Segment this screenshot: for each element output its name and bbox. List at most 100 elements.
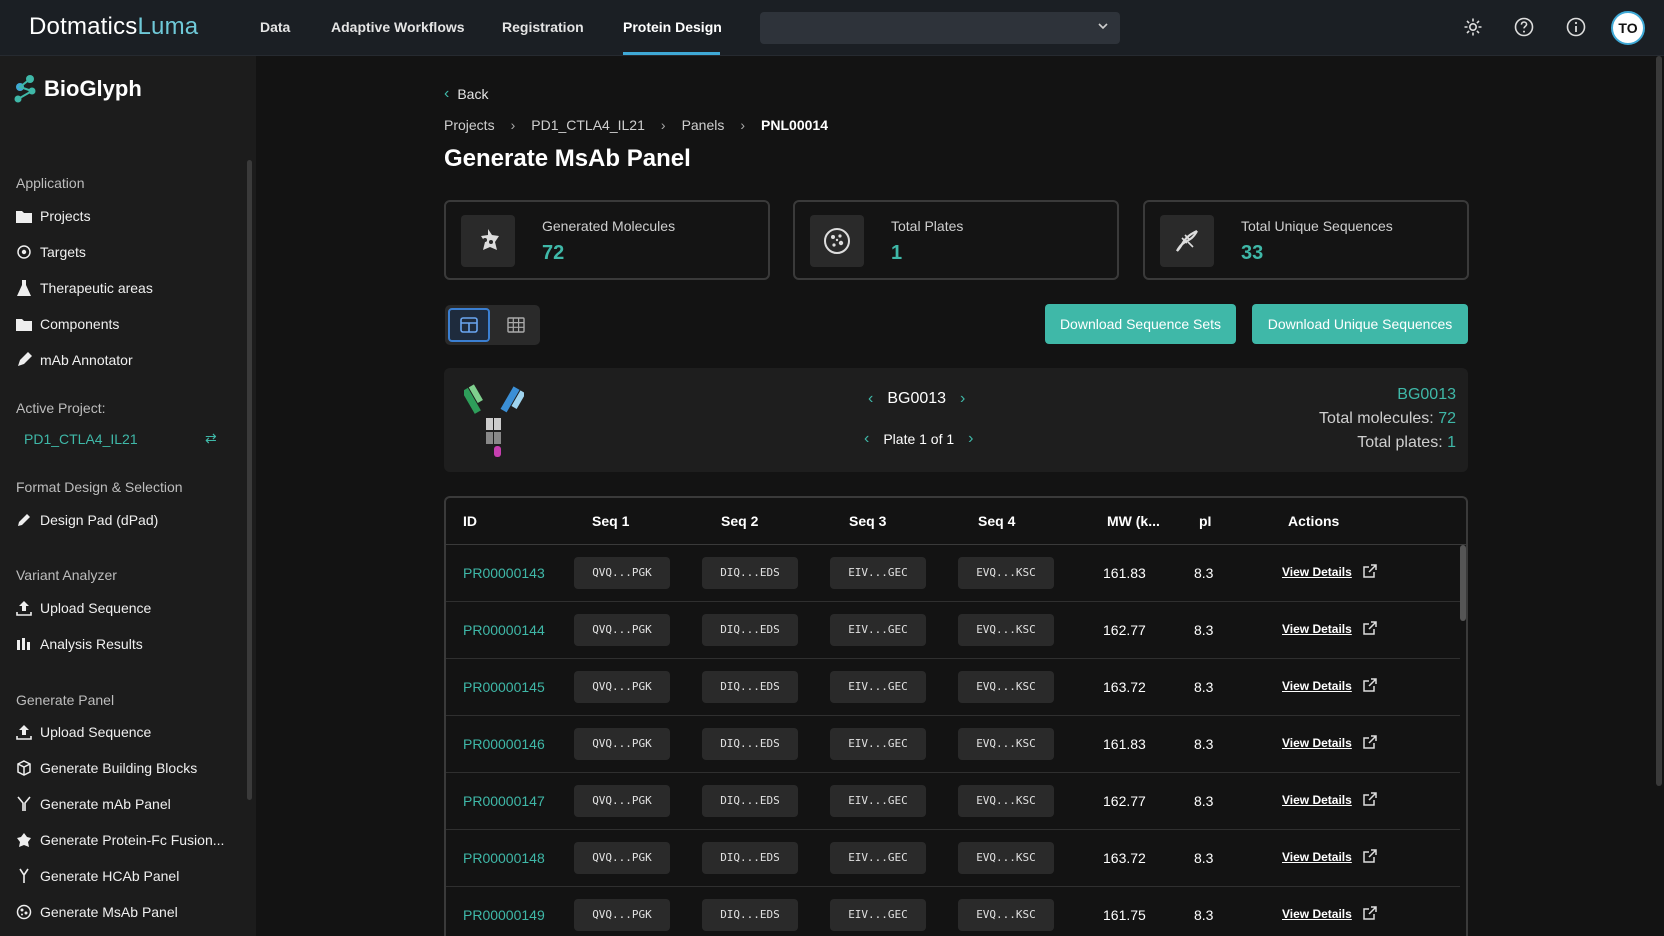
view-details-link[interactable]: View Details xyxy=(1282,679,1352,693)
chevron-right-icon[interactable]: › xyxy=(960,390,965,408)
column-header-pi[interactable]: pI xyxy=(1199,513,1211,529)
column-header-seq3[interactable]: Seq 3 xyxy=(849,513,886,529)
global-select[interactable] xyxy=(760,12,1120,44)
seq1-chip[interactable]: QVQ...PGK xyxy=(574,614,670,646)
nav-adaptive-workflows[interactable]: Adaptive Workflows xyxy=(331,19,465,35)
help-icon[interactable] xyxy=(1513,16,1535,38)
molecule-id-link[interactable]: PR00000148 xyxy=(463,850,545,866)
sidebar-item-generate-hcab-panel[interactable]: Generate HCAb Panel xyxy=(16,866,179,886)
gear-icon[interactable] xyxy=(1462,16,1484,38)
seq4-chip[interactable]: EVQ...KSC xyxy=(958,899,1054,931)
nav-protein-design[interactable]: Protein Design xyxy=(623,19,722,35)
sidebar-item-generate-building-blocks[interactable]: Generate Building Blocks xyxy=(16,758,197,778)
download-unique-sequences-button[interactable]: Download Unique Sequences xyxy=(1252,304,1468,344)
column-header-id[interactable]: ID xyxy=(463,513,477,529)
seq1-chip[interactable]: QVQ...PGK xyxy=(574,557,670,589)
seq1-chip[interactable]: QVQ...PGK xyxy=(574,671,670,703)
seq3-chip[interactable]: EIV...GEC xyxy=(830,557,926,589)
sidebar-item-components[interactable]: Components xyxy=(16,314,119,334)
seq2-chip[interactable]: DIQ...EDS xyxy=(702,785,798,817)
view-details-link[interactable]: View Details xyxy=(1282,793,1352,807)
nav-registration[interactable]: Registration xyxy=(502,19,584,35)
seq4-chip[interactable]: EVQ...KSC xyxy=(958,728,1054,760)
seq2-chip[interactable]: DIQ...EDS xyxy=(702,899,798,931)
user-avatar[interactable]: TO xyxy=(1611,11,1645,45)
column-header-mw[interactable]: MW (k... xyxy=(1107,513,1160,529)
table-scrollbar[interactable] xyxy=(1460,545,1466,621)
seq2-chip[interactable]: DIQ...EDS xyxy=(702,614,798,646)
view-details-link[interactable]: View Details xyxy=(1282,907,1352,921)
seq1-chip[interactable]: QVQ...PGK xyxy=(574,899,670,931)
seq4-chip[interactable]: EVQ...KSC xyxy=(958,785,1054,817)
column-header-seq1[interactable]: Seq 1 xyxy=(592,513,629,529)
seq1-chip[interactable]: QVQ...PGK xyxy=(574,728,670,760)
sidebar-scrollbar[interactable] xyxy=(247,160,252,800)
molecule-id-link[interactable]: PR00000149 xyxy=(463,907,545,923)
swap-project-icon[interactable]: ⇄ xyxy=(205,430,217,447)
summary-panel-id[interactable]: BG0013 xyxy=(1397,386,1456,403)
seq4-chip[interactable]: EVQ...KSC xyxy=(958,842,1054,874)
plate-view-button[interactable] xyxy=(495,308,537,342)
view-details-link[interactable]: View Details xyxy=(1282,565,1352,579)
sidebar-item-generate-mab-panel[interactable]: Generate mAb Panel xyxy=(16,794,171,814)
seq4-chip[interactable]: EVQ...KSC xyxy=(958,557,1054,589)
sidebar-item-analysis-results[interactable]: Analysis Results xyxy=(16,634,143,654)
download-sequence-sets-button[interactable]: Download Sequence Sets xyxy=(1045,304,1236,344)
view-details-link[interactable]: View Details xyxy=(1282,622,1352,636)
seq2-chip[interactable]: DIQ...EDS xyxy=(702,557,798,589)
sidebar-item-targets[interactable]: Targets xyxy=(16,242,86,262)
chevron-left-icon[interactable]: ‹ xyxy=(868,390,873,408)
info-icon[interactable] xyxy=(1565,16,1587,38)
column-header-seq4[interactable]: Seq 4 xyxy=(978,513,1015,529)
seq4-chip[interactable]: EVQ...KSC xyxy=(958,671,1054,703)
external-link-icon[interactable] xyxy=(1363,792,1377,806)
sidebar-item-upload-sequence-variant[interactable]: Upload Sequence xyxy=(16,598,151,618)
sidebar-item-projects[interactable]: Projects xyxy=(16,206,91,226)
seq3-chip[interactable]: EIV...GEC xyxy=(830,671,926,703)
view-details-link[interactable]: View Details xyxy=(1282,850,1352,864)
chevron-left-icon[interactable]: ‹ xyxy=(864,430,869,448)
seq3-chip[interactable]: EIV...GEC xyxy=(830,899,926,931)
seq2-chip[interactable]: DIQ...EDS xyxy=(702,728,798,760)
molecule-id-link[interactable]: PR00000145 xyxy=(463,679,545,695)
seq4-chip[interactable]: EVQ...KSC xyxy=(958,614,1054,646)
seq3-chip[interactable]: EIV...GEC xyxy=(830,728,926,760)
external-link-icon[interactable] xyxy=(1363,621,1377,635)
seq1-chip[interactable]: QVQ...PGK xyxy=(574,842,670,874)
seq2-chip[interactable]: DIQ...EDS xyxy=(702,842,798,874)
seq1-chip[interactable]: QVQ...PGK xyxy=(574,785,670,817)
chevron-right-icon[interactable]: › xyxy=(968,430,973,448)
molecule-id-link[interactable]: PR00000143 xyxy=(463,565,545,581)
sidebar-item-generate-msab-panel[interactable]: Generate MsAb Panel xyxy=(16,902,178,922)
external-link-icon[interactable] xyxy=(1363,906,1377,920)
nav-data[interactable]: Data xyxy=(260,19,290,35)
sidebar-item-mab-annotator[interactable]: mAb Annotator xyxy=(16,350,133,370)
external-link-icon[interactable] xyxy=(1363,678,1377,692)
seq2-chip[interactable]: DIQ...EDS xyxy=(702,671,798,703)
sidebar-item-design-pad[interactable]: Design Pad (dPad) xyxy=(16,510,158,530)
seq3-chip[interactable]: EIV...GEC xyxy=(830,785,926,817)
seq3-chip[interactable]: EIV...GEC xyxy=(830,842,926,874)
active-project-name[interactable]: PD1_CTLA4_IL21 xyxy=(24,431,138,447)
page-scrollbar[interactable] xyxy=(1656,56,1662,786)
external-link-icon[interactable] xyxy=(1363,735,1377,749)
seq3-chip[interactable]: EIV...GEC xyxy=(830,614,926,646)
back-link[interactable]: ‹ Back xyxy=(444,85,488,103)
brand-logo[interactable]: DotmaticsLuma xyxy=(29,13,198,41)
table-view-button[interactable] xyxy=(448,308,490,342)
breadcrumb-project[interactable]: PD1_CTLA4_IL21 xyxy=(531,117,645,133)
sidebar-item-therapeutic-areas[interactable]: Therapeutic areas xyxy=(16,278,153,298)
molecule-icon xyxy=(16,832,32,848)
external-link-icon[interactable] xyxy=(1363,564,1377,578)
breadcrumb-panels[interactable]: Panels xyxy=(682,117,725,133)
bioglyph-logo-icon xyxy=(14,75,36,103)
column-header-seq2[interactable]: Seq 2 xyxy=(721,513,758,529)
sidebar-item-generate-protein-fc[interactable]: Generate Protein-Fc Fusion... xyxy=(16,830,224,850)
breadcrumb-projects[interactable]: Projects xyxy=(444,117,495,133)
molecule-id-link[interactable]: PR00000144 xyxy=(463,622,545,638)
molecule-id-link[interactable]: PR00000147 xyxy=(463,793,545,809)
sidebar-item-upload-sequence-generate[interactable]: Upload Sequence xyxy=(16,722,151,742)
external-link-icon[interactable] xyxy=(1363,849,1377,863)
view-details-link[interactable]: View Details xyxy=(1282,736,1352,750)
molecule-id-link[interactable]: PR00000146 xyxy=(463,736,545,752)
